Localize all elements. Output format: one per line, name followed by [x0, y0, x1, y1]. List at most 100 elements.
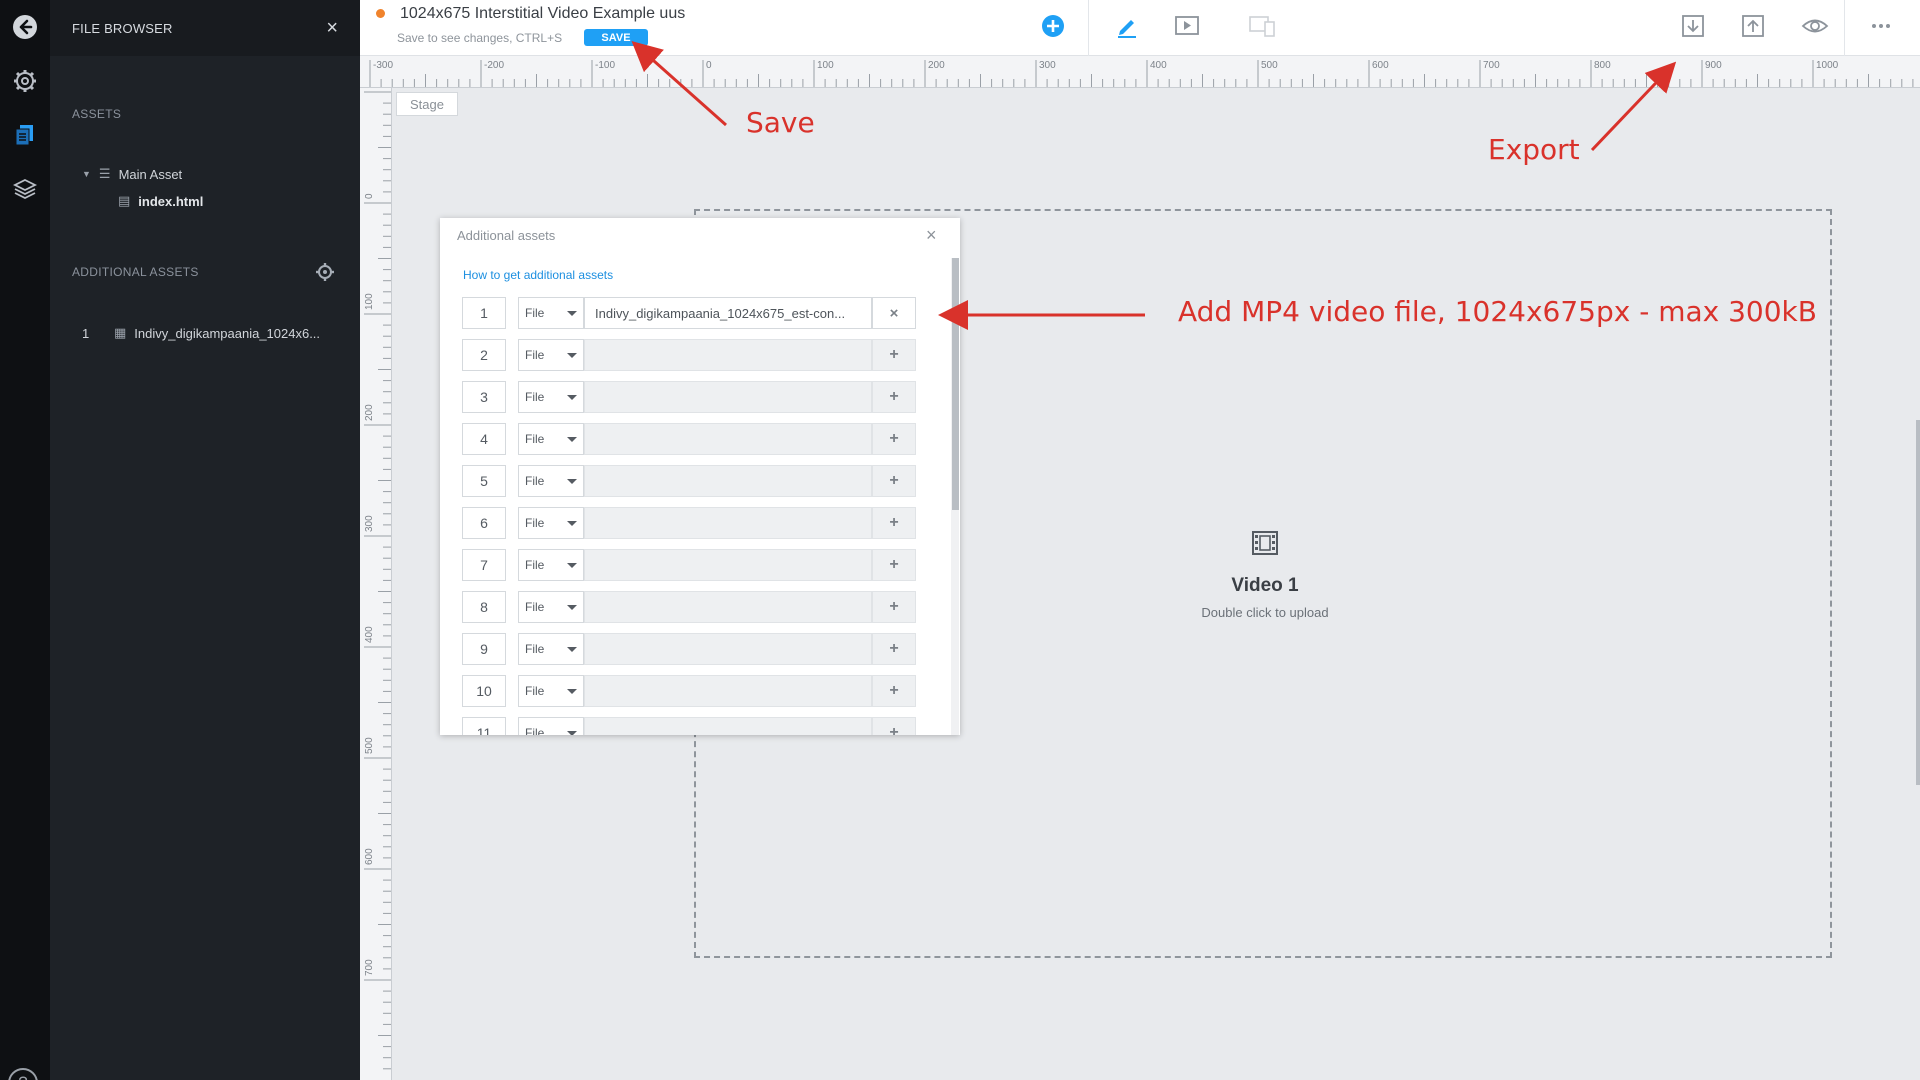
- vertical-ruler-ticks: 0 100 200 300 400 500 600 700: [364, 91, 391, 1070]
- save-annotation: Save: [746, 106, 815, 139]
- files-icon[interactable]: [8, 118, 42, 152]
- type-select[interactable]: File: [518, 339, 584, 371]
- row-number: 6: [462, 507, 506, 539]
- asset-row: 5 File +: [462, 462, 932, 504]
- file-field[interactable]: [584, 675, 872, 707]
- document-title[interactable]: 1024x675 Interstitial Video Example uus: [400, 5, 685, 23]
- add-file-button[interactable]: +: [872, 549, 916, 581]
- add-file-button[interactable]: +: [872, 465, 916, 497]
- file-field[interactable]: Indivy_digikampaania_1024x675_est-con...: [584, 297, 872, 329]
- tree-item-index-html[interactable]: ▤ index.html: [118, 193, 203, 209]
- type-select[interactable]: File: [518, 423, 584, 455]
- ruler-label: 100: [817, 60, 834, 71]
- layers-icon[interactable]: [8, 172, 42, 206]
- caret-down-icon: [567, 479, 577, 484]
- more-menu-icon[interactable]: [1864, 10, 1898, 42]
- stage-tab[interactable]: Stage: [396, 92, 458, 116]
- ruler-label: 200: [364, 404, 375, 421]
- row-number: 3: [462, 381, 506, 413]
- type-select[interactable]: File: [518, 465, 584, 497]
- assets-section-label: ASSETS: [72, 107, 122, 121]
- close-icon[interactable]: ×: [326, 17, 338, 40]
- type-select[interactable]: File: [518, 633, 584, 665]
- ruler-label: -100: [595, 60, 615, 71]
- type-select-value: File: [525, 306, 545, 320]
- caret-down-icon: [567, 521, 577, 526]
- additional-assets-section-label: ADDITIONAL ASSETS: [72, 265, 199, 279]
- file-field[interactable]: [584, 381, 872, 413]
- add-file-button[interactable]: +: [872, 507, 916, 539]
- type-select-value: File: [525, 642, 545, 656]
- add-file-button[interactable]: +: [872, 633, 916, 665]
- type-select[interactable]: File: [518, 381, 584, 413]
- ruler-label: 0: [706, 60, 712, 71]
- ruler-label: 1000: [1816, 60, 1839, 71]
- top-toolbar: 1024x675 Interstitial Video Example uus …: [360, 0, 1920, 56]
- file-field[interactable]: [584, 717, 872, 735]
- add-element-icon[interactable]: [1036, 10, 1070, 42]
- file-icon: ▤: [118, 193, 131, 208]
- type-select[interactable]: File: [518, 675, 584, 707]
- additional-asset-item[interactable]: 1 ▦ Indivy_digikampaania_1024x6...: [82, 325, 320, 341]
- help-link[interactable]: How to get additional assets: [463, 268, 613, 282]
- type-select[interactable]: File: [518, 717, 584, 735]
- back-icon[interactable]: [8, 10, 42, 44]
- additional-asset-number: 1: [82, 325, 90, 341]
- type-select-value: File: [525, 516, 545, 530]
- list-icon: ☰: [98, 166, 111, 181]
- stage-scrollbar[interactable]: [1916, 420, 1920, 785]
- preview-play-icon[interactable]: [1170, 10, 1204, 42]
- caret-down-icon: [567, 647, 577, 652]
- ruler-label: -200: [484, 60, 504, 71]
- file-field[interactable]: [584, 549, 872, 581]
- gear-icon[interactable]: [8, 64, 42, 98]
- asset-row: 11 File +: [462, 714, 932, 735]
- asset-row: 10 File +: [462, 672, 932, 714]
- file-field[interactable]: [584, 591, 872, 623]
- file-field[interactable]: [584, 339, 872, 371]
- tree-item-main-asset[interactable]: ▼ ☰ Main Asset: [82, 166, 182, 182]
- film-icon: ▦: [114, 325, 127, 340]
- add-file-button[interactable]: +: [872, 423, 916, 455]
- dialog-close-icon[interactable]: ×: [926, 225, 937, 246]
- row-number: 2: [462, 339, 506, 371]
- preview-eye-icon[interactable]: [1798, 10, 1832, 42]
- type-select[interactable]: File: [518, 591, 584, 623]
- type-select-value: File: [525, 390, 545, 404]
- add-file-button[interactable]: +: [872, 381, 916, 413]
- video-upload-hint: Double click to upload: [1201, 605, 1329, 620]
- type-select-value: File: [525, 600, 545, 614]
- add-file-button[interactable]: +: [872, 717, 916, 735]
- add-file-button[interactable]: +: [872, 675, 916, 707]
- asset-row: 3 File +: [462, 378, 932, 420]
- file-field[interactable]: [584, 633, 872, 665]
- type-select[interactable]: File: [518, 507, 584, 539]
- expand-caret-icon[interactable]: ▼: [82, 169, 91, 179]
- asset-rows: 1 File Indivy_digikampaania_1024x675_est…: [462, 294, 932, 735]
- file-browser-header: FILE BROWSER ×: [50, 0, 360, 56]
- file-field[interactable]: [584, 465, 872, 497]
- row-number: 4: [462, 423, 506, 455]
- type-select-value: File: [525, 558, 545, 572]
- additional-assets-gear-icon[interactable]: [315, 262, 335, 282]
- file-field[interactable]: [584, 507, 872, 539]
- upload-icon[interactable]: [1736, 10, 1770, 42]
- remove-file-button[interactable]: ×: [872, 297, 916, 329]
- export-download-icon[interactable]: [1676, 10, 1710, 42]
- add-file-button[interactable]: +: [872, 339, 916, 371]
- dialog-scrollbar[interactable]: [952, 258, 959, 510]
- video-placeholder[interactable]: Video 1 Double click to upload: [1130, 530, 1400, 620]
- type-select[interactable]: File: [518, 549, 584, 581]
- type-select-value: File: [525, 726, 545, 735]
- edit-pencil-icon[interactable]: [1110, 10, 1144, 42]
- horizontal-ruler-ticks: -300 -200 -100 0 100 200 300 400 500 600 700 800 900…: [369, 60, 1914, 87]
- row-number: 10: [462, 675, 506, 707]
- caret-down-icon: [567, 731, 577, 735]
- app-window: ? FILE BROWSER × ASSETS ▼ ☰ Main Asset ▤…: [0, 0, 1920, 1080]
- type-select[interactable]: File: [518, 297, 584, 329]
- file-field[interactable]: [584, 423, 872, 455]
- save-button[interactable]: SAVE: [584, 29, 648, 46]
- help-icon[interactable]: ?: [8, 1068, 38, 1080]
- ruler-label: 900: [1705, 60, 1722, 71]
- add-file-button[interactable]: +: [872, 591, 916, 623]
